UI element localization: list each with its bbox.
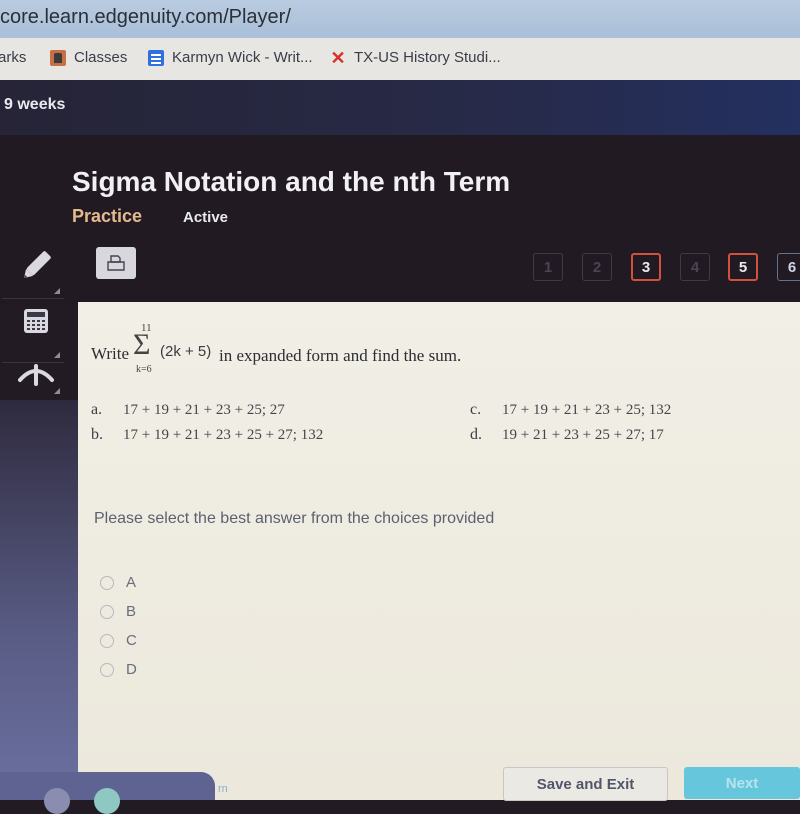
sigma-lower-limit: k=6 [136,364,152,375]
x-logo-icon: ✕ [330,47,346,68]
dock-app-icon[interactable] [94,788,120,814]
option-label: C [126,632,137,649]
question-nav-2[interactable]: 2 [582,253,612,281]
answer-option-c[interactable]: C [100,632,137,649]
course-term: 9 weeks [4,96,66,113]
choice-b: b. 17 + 19 + 21 + 23 + 25 + 27; 132 [91,426,323,444]
sigma-notation: 11 Σ k=6 [133,322,163,380]
choice-a: a. 17 + 19 + 21 + 23 + 25; 27 [91,401,285,419]
save-and-exit-button[interactable]: Save and Exit [503,767,668,801]
course-bar [0,80,800,135]
pencil-icon [23,251,51,279]
choice-text: 19 + 21 + 23 + 25 + 27; 17 [502,427,664,443]
answer-prompt: Please select the best answer from the c… [94,510,495,527]
choice-letter: d. [470,426,482,443]
answer-option-d[interactable]: D [100,661,137,678]
lesson-mode: Practice [72,206,143,226]
choice-letter: a. [91,401,103,418]
choice-letter: b. [91,426,103,443]
option-label: D [126,661,137,678]
bookmark-label: Karmyn Wick - Writ... [172,49,313,66]
radio-button[interactable] [100,604,114,619]
url-text[interactable]: core.learn.edgenuity.com/Player/ [0,6,291,29]
print-button[interactable] [96,247,136,279]
footer-link[interactable]: rn [218,783,228,795]
question-nav-5[interactable]: 5 [728,253,758,281]
bookmarks-bar: arks Classes Karmyn Wick - Writ... ✕ TX-… [0,38,800,81]
bookmark-label: TX-US History Studi... [354,49,501,66]
bookmark-item[interactable]: arks [0,49,26,66]
choice-d: d. 19 + 21 + 23 + 25 + 27; 17 [470,426,664,444]
choice-text: 17 + 19 + 21 + 23 + 25; 27 [123,402,285,418]
lesson-status: Active [183,209,229,226]
bookmark-karmyn-wick[interactable]: Karmyn Wick - Writ... [148,49,313,66]
radio-button[interactable] [100,662,114,677]
question-nav-1[interactable]: 1 [533,253,563,281]
choice-text: 17 + 19 + 21 + 23 + 25; 132 [502,402,672,418]
dock-app-icon[interactable] [44,788,70,814]
answer-option-b[interactable]: B [100,603,136,620]
choice-c: c. 17 + 19 + 21 + 23 + 25; 132 [470,401,671,419]
choice-text: 17 + 19 + 21 + 23 + 25 + 27; 132 [123,427,324,443]
print-icon [107,255,125,271]
question-panel [78,302,800,800]
bookmark-label: arks [0,49,27,66]
question-suffix: in expanded form and find the sum. [219,346,462,365]
radio-button[interactable] [100,633,114,648]
reference-tool-button[interactable] [2,340,64,398]
question-prefix: Write [91,344,130,363]
tool-menu-corner [54,288,60,294]
question-nav-3[interactable]: 3 [631,253,661,281]
bookmark-classes[interactable]: Classes [50,49,127,66]
question-nav-6[interactable]: 6 [777,253,800,281]
option-label: B [126,603,137,620]
classroom-icon [50,49,66,66]
radio-button[interactable] [100,575,114,590]
lesson-title: Sigma Notation and the nth Term [72,166,511,197]
calculator-icon [24,309,48,333]
reference-icon [18,364,54,386]
answer-option-a[interactable]: A [100,574,136,591]
option-label: A [126,574,137,591]
next-button[interactable]: Next [684,767,800,799]
tool-menu-corner [54,388,60,394]
choice-letter: c. [470,401,482,418]
address-bar[interactable]: core.learn.edgenuity.com/Player/ [0,0,800,38]
sigma-symbol: Σ [133,328,151,361]
bookmark-tx-us-history[interactable]: ✕ TX-US History Studi... [330,47,501,68]
docs-icon [148,49,164,66]
bookmark-label: Classes [74,49,128,66]
pencil-tool-button[interactable] [2,236,64,299]
left-sidebar [0,400,78,800]
sigma-expression: (2k + 5) [160,343,212,360]
question-nav-4[interactable]: 4 [680,253,710,281]
